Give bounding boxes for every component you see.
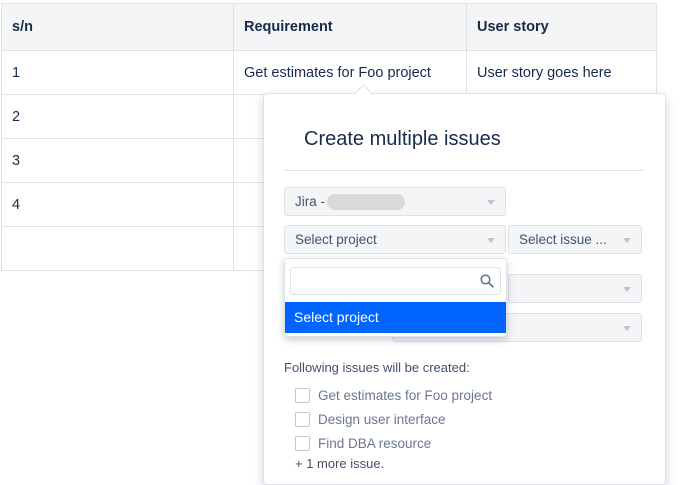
- dialog-divider: [284, 170, 644, 171]
- project-select[interactable]: Select project: [284, 225, 506, 254]
- issue-label: Find DBA resource: [318, 435, 432, 451]
- cell-user-story[interactable]: User story goes here: [466, 50, 657, 95]
- header-sn: s/n: [1, 3, 234, 51]
- chevron-down-icon: [487, 238, 495, 243]
- header-user-story: User story: [466, 3, 657, 51]
- cell-requirement[interactable]: Get estimates for Foo project: [233, 50, 467, 95]
- header-requirement: Requirement: [233, 3, 467, 51]
- redacted-server-name: [327, 194, 405, 211]
- more-issues-text: + 1 more issue.: [295, 456, 385, 471]
- issue-type-select[interactable]: Select issue ...: [508, 225, 642, 254]
- table-header-row: s/n Requirement User story: [1, 3, 657, 51]
- cell-sn[interactable]: 3: [1, 138, 234, 183]
- list-item: Get estimates for Foo project: [295, 383, 492, 407]
- chevron-down-icon: [623, 238, 631, 243]
- cell-sn[interactable]: [1, 226, 234, 271]
- issue-label: Get estimates for Foo project: [318, 387, 493, 403]
- dropdown-search-box: [290, 267, 501, 296]
- issue-label: Design user interface: [318, 411, 446, 427]
- chevron-down-icon: [623, 287, 631, 292]
- issue-checkbox[interactable]: [295, 411, 310, 427]
- project-dropdown: Select project: [284, 258, 507, 337]
- jira-server-select[interactable]: Jira -: [284, 187, 506, 216]
- chevron-down-icon: [487, 200, 495, 205]
- issue-checkbox[interactable]: [295, 435, 310, 451]
- dropdown-option-select-project[interactable]: Select project: [285, 302, 506, 333]
- issue-type-select-label: Select issue ...: [519, 232, 607, 247]
- cell-sn[interactable]: 1: [1, 50, 234, 95]
- dialog-title: Create multiple issues: [304, 128, 501, 150]
- chevron-down-icon: [623, 326, 631, 331]
- cell-sn[interactable]: 2: [1, 94, 234, 139]
- following-issues-label: Following issues will be created:: [284, 360, 470, 375]
- list-item: Design user interface: [295, 407, 492, 431]
- list-item: Find DBA resource: [295, 431, 492, 455]
- issue-list: Get estimates for Foo project Design use…: [295, 383, 492, 455]
- dropdown-search-input[interactable]: [291, 268, 479, 296]
- cell-sn[interactable]: 4: [1, 182, 234, 227]
- field-select-1[interactable]: [508, 274, 642, 303]
- project-select-label: Select project: [295, 232, 377, 247]
- search-icon: [480, 274, 494, 288]
- table-row: 1 Get estimates for Foo project User sto…: [1, 50, 657, 95]
- issue-checkbox[interactable]: [295, 387, 310, 403]
- jira-server-label: Jira -: [295, 194, 325, 209]
